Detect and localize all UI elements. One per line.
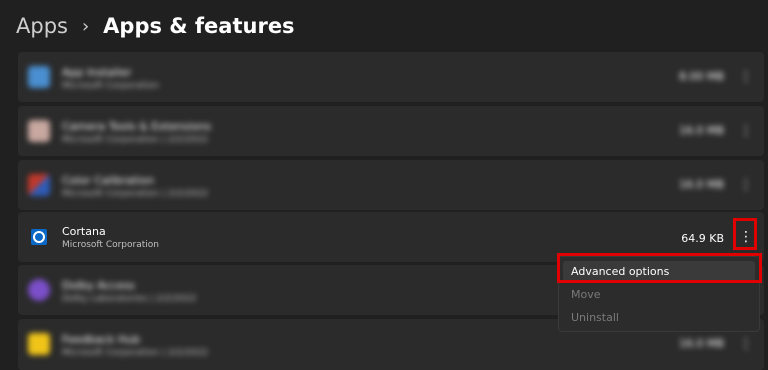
app-size: 16.0 MB bbox=[678, 337, 724, 350]
app-name: Dolby Access bbox=[62, 279, 135, 292]
more-icon: ⋮ bbox=[739, 177, 753, 193]
app-icon bbox=[28, 279, 50, 301]
app-icon bbox=[28, 120, 50, 142]
app-publisher: Microsoft Corporation | 2/2/2022 bbox=[62, 189, 209, 199]
app-size: 16.0 MB bbox=[678, 124, 724, 137]
app-name: App Installer bbox=[62, 66, 132, 79]
more-options-button[interactable]: ⋮ bbox=[736, 225, 756, 249]
more-options-button[interactable]: ⋮ bbox=[736, 119, 756, 143]
app-row[interactable]: App Installer Microsoft Corporation 8.00… bbox=[18, 52, 764, 102]
page-title: Apps & features bbox=[103, 14, 295, 38]
more-options-button[interactable]: ⋮ bbox=[736, 332, 756, 356]
breadcrumb-separator: › bbox=[81, 15, 90, 37]
app-publisher: Microsoft Corporation bbox=[62, 81, 159, 91]
breadcrumb: Apps › Apps & features bbox=[16, 14, 295, 38]
app-publisher: Dolby Laboratories | 2/2/2022 bbox=[62, 294, 197, 304]
app-row-cortana[interactable]: Cortana Microsoft Corporation 64.9 KB ⋮ bbox=[18, 212, 764, 262]
app-publisher: Microsoft Corporation | 2/2/2022 bbox=[62, 135, 209, 145]
app-size: 8.00 MB bbox=[678, 70, 724, 83]
more-options-button[interactable]: ⋮ bbox=[736, 65, 756, 89]
more-options-button[interactable]: ⋮ bbox=[736, 173, 756, 197]
app-icon bbox=[28, 174, 50, 196]
cortana-icon bbox=[28, 226, 50, 248]
app-row[interactable]: Camera Tools & Extensions Microsoft Corp… bbox=[18, 106, 764, 156]
app-name: Camera Tools & Extensions bbox=[62, 120, 212, 133]
more-icon: ⋮ bbox=[739, 123, 753, 139]
app-name: Color Calibration bbox=[62, 174, 155, 187]
app-name: Feedback Hub bbox=[62, 333, 141, 346]
app-size: 64.9 KB bbox=[681, 232, 724, 245]
app-icon bbox=[28, 333, 50, 355]
move-menu-item[interactable]: Move bbox=[563, 284, 755, 304]
app-size: 16.0 MB bbox=[678, 178, 724, 191]
app-row[interactable]: Color Calibration Microsoft Corporation … bbox=[18, 160, 764, 210]
more-icon: ⋮ bbox=[739, 229, 753, 245]
more-icon: ⋮ bbox=[739, 336, 753, 352]
app-icon bbox=[28, 66, 50, 88]
app-publisher: Microsoft Corporation bbox=[62, 240, 159, 250]
breadcrumb-apps-link[interactable]: Apps bbox=[16, 14, 68, 38]
context-menu: Advanced options Move Uninstall bbox=[558, 256, 760, 332]
uninstall-menu-item[interactable]: Uninstall bbox=[563, 307, 755, 327]
more-icon: ⋮ bbox=[739, 69, 753, 85]
app-publisher: Microsoft Corporation | 2/2/2022 bbox=[62, 348, 209, 358]
app-name: Cortana bbox=[62, 225, 106, 238]
advanced-options-menu-item[interactable]: Advanced options bbox=[563, 261, 755, 281]
